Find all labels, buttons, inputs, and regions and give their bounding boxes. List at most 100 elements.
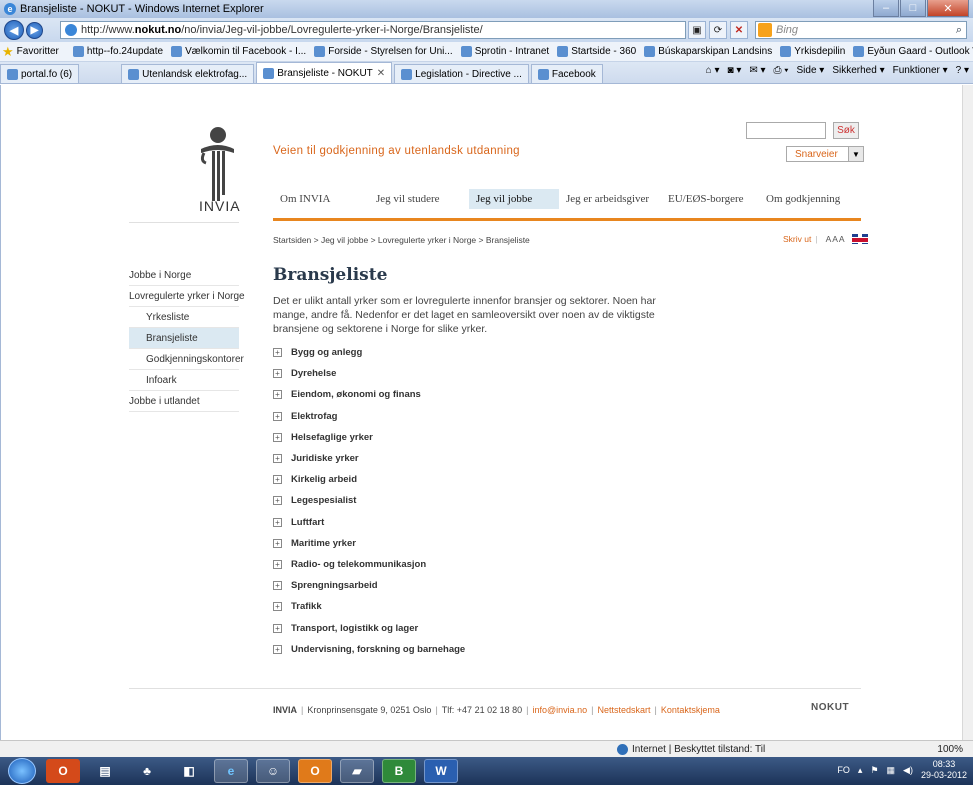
- close-button[interactable]: ✕: [927, 0, 969, 17]
- address-bar[interactable]: http://www. nokut.no/no/invia/Jeg-vil-job…: [60, 21, 686, 39]
- fav-item-7[interactable]: Yrkisdepilin: [780, 46, 845, 57]
- sidebar-item-bransjeliste[interactable]: Bransjeliste: [129, 328, 239, 349]
- expand-icon[interactable]: +: [273, 454, 282, 464]
- nav-godkjenning[interactable]: Om godkjenning: [759, 189, 861, 209]
- minimize-button[interactable]: –: [873, 0, 899, 17]
- fav-item-2[interactable]: Vælkomin til Facebook - I...: [171, 46, 306, 57]
- branch-item[interactable]: + Luftfart: [273, 512, 673, 533]
- forward-button[interactable]: ▶: [26, 21, 43, 39]
- site-search-button[interactable]: Søk: [833, 122, 859, 139]
- people-icon[interactable]: ☺: [256, 759, 290, 783]
- expand-icon[interactable]: +: [273, 517, 282, 527]
- search-icon[interactable]: ⌕: [956, 24, 962, 37]
- branch-item[interactable]: + Sprengningsarbeid: [273, 575, 673, 596]
- fav-item-1[interactable]: http--fo.24update: [72, 46, 163, 57]
- branch-item[interactable]: + Transport, logistikk og lager: [273, 617, 673, 638]
- start-button[interactable]: [8, 758, 36, 784]
- text-size-control[interactable]: AAA: [826, 234, 846, 244]
- expand-icon[interactable]: +: [273, 538, 282, 548]
- nav-om-invia[interactable]: Om INVIA: [273, 189, 369, 209]
- nav-studere[interactable]: Jeg vil studere: [369, 189, 469, 209]
- nokut-logo[interactable]: NOKUT: [811, 702, 849, 713]
- branch-item[interactable]: + Juridiske yrker: [273, 448, 673, 469]
- tab-elektrofag[interactable]: Utenlandsk elektrofag...: [121, 64, 255, 83]
- clock[interactable]: 08:33 29-03-2012: [921, 759, 967, 781]
- app-b-icon[interactable]: B: [382, 759, 416, 783]
- zoom-level[interactable]: 100%: [937, 744, 963, 755]
- search-box[interactable]: Bing ⌕: [755, 21, 967, 39]
- sidebar-item-infoark[interactable]: Infoark: [129, 370, 239, 391]
- compat-view-icon[interactable]: ▣: [688, 21, 706, 39]
- tab-facebook[interactable]: Facebook: [530, 64, 603, 83]
- expand-icon[interactable]: +: [273, 432, 282, 442]
- outlook-express-icon[interactable]: O: [46, 759, 80, 783]
- page-menu[interactable]: Side ▾: [797, 65, 825, 76]
- program-icon[interactable]: ♣: [130, 759, 164, 783]
- nav-jobbe[interactable]: Jeg vil jobbe: [469, 189, 559, 209]
- flag-icon[interactable]: ⚑: [870, 765, 878, 776]
- tab-portal[interactable]: portal.fo (6): [0, 64, 80, 83]
- tab-bransjeliste[interactable]: Bransjeliste - NOKUT ✕: [256, 62, 393, 83]
- mail-icon[interactable]: ✉ ▾: [749, 65, 765, 76]
- network-icon[interactable]: ◧: [172, 759, 206, 783]
- branch-item[interactable]: + Helsefaglige yrker: [273, 427, 673, 448]
- expand-icon[interactable]: +: [273, 369, 282, 379]
- home-icon[interactable]: ⌂ ▾: [706, 65, 720, 76]
- tray-arrow-icon[interactable]: ▴: [858, 765, 863, 776]
- branch-item[interactable]: + Legespesialist: [273, 490, 673, 511]
- language-indicator[interactable]: FO: [837, 765, 850, 775]
- footer-sitemap-link[interactable]: Nettstedskart: [597, 705, 650, 715]
- expand-icon[interactable]: +: [273, 411, 282, 421]
- print-link[interactable]: Skriv ut: [783, 234, 811, 244]
- fav-item-8[interactable]: Eyðun Gaard - Outlook W...: [853, 46, 973, 57]
- shortcuts-select[interactable]: Snarveier ▼: [786, 146, 864, 162]
- tab-legislation[interactable]: Legislation - Directive ...: [394, 64, 529, 83]
- network-tray-icon[interactable]: ▦: [887, 765, 896, 776]
- outlook-icon[interactable]: O: [298, 759, 332, 783]
- branch-item[interactable]: + Maritime yrker: [273, 533, 673, 554]
- vertical-scrollbar[interactable]: [962, 85, 973, 740]
- branch-item[interactable]: + Kirkelig arbeid: [273, 469, 673, 490]
- word-icon[interactable]: W: [424, 759, 458, 783]
- invia-logo-icon[interactable]: [196, 125, 236, 205]
- sidebar-item-jobbe-i-utlandet[interactable]: Jobbe i utlandet: [129, 391, 239, 412]
- branch-item[interactable]: + Undervisning, forskning og barnehage: [273, 639, 673, 660]
- tools-menu[interactable]: Funktioner ▾: [893, 65, 948, 76]
- stop-icon[interactable]: ✕: [730, 21, 748, 39]
- footer-email-link[interactable]: info@invia.no: [532, 705, 587, 715]
- expand-icon[interactable]: +: [273, 348, 282, 358]
- refresh-icon[interactable]: ⟳: [709, 21, 727, 39]
- explorer-folder-icon[interactable]: ▤: [88, 759, 122, 783]
- internet-explorer-taskbar-icon[interactable]: e: [214, 759, 248, 783]
- folder-icon[interactable]: ▰: [340, 759, 374, 783]
- footer-contact-link[interactable]: Kontaktskjema: [661, 705, 720, 715]
- sidebar-item-jobbe-i-norge[interactable]: Jobbe i Norge: [129, 265, 239, 286]
- branch-item[interactable]: + Bygg og anlegg: [273, 342, 673, 363]
- expand-icon[interactable]: +: [273, 644, 282, 654]
- favorites-button[interactable]: ★ Favoritter: [2, 44, 59, 60]
- print-icon[interactable]: ⎙ ▾: [774, 65, 789, 76]
- expand-icon[interactable]: +: [273, 475, 282, 485]
- security-zone[interactable]: Internet | Beskyttet tilstand: Til: [617, 743, 765, 755]
- expand-icon[interactable]: +: [273, 602, 282, 612]
- branch-item[interactable]: + Elektrofag: [273, 406, 673, 427]
- branch-item[interactable]: + Radio- og telekommunikasjon: [273, 554, 673, 575]
- nav-eu-eos[interactable]: EU/EØS-borgere: [661, 189, 759, 209]
- breadcrumb[interactable]: Startsiden > Jeg vil jobbe > Lovregulert…: [273, 235, 530, 245]
- nav-arbeidsgiver[interactable]: Jeg er arbeidsgiver: [559, 189, 661, 209]
- branch-item[interactable]: + Eiendom, økonomi og finans: [273, 384, 673, 405]
- expand-icon[interactable]: +: [273, 559, 282, 569]
- sidebar-item-yrkesliste[interactable]: Yrkesliste: [129, 307, 239, 328]
- expand-icon[interactable]: +: [273, 496, 282, 506]
- fav-item-5[interactable]: Startside - 360: [557, 46, 636, 57]
- fav-item-3[interactable]: Forside - Styrelsen for Uni...: [314, 46, 453, 57]
- expand-icon[interactable]: +: [273, 390, 282, 400]
- volume-icon[interactable]: ◀): [903, 765, 913, 776]
- expand-icon[interactable]: +: [273, 581, 282, 591]
- feeds-icon[interactable]: ◙ ▾: [728, 65, 742, 76]
- safety-menu[interactable]: Sikkerhed ▾: [832, 65, 884, 76]
- fav-item-4[interactable]: Sprotin - Intranet: [460, 46, 549, 57]
- branch-item[interactable]: + Dyrehelse: [273, 363, 673, 384]
- maximize-button[interactable]: □: [900, 0, 926, 17]
- branch-item[interactable]: + Trafikk: [273, 596, 673, 617]
